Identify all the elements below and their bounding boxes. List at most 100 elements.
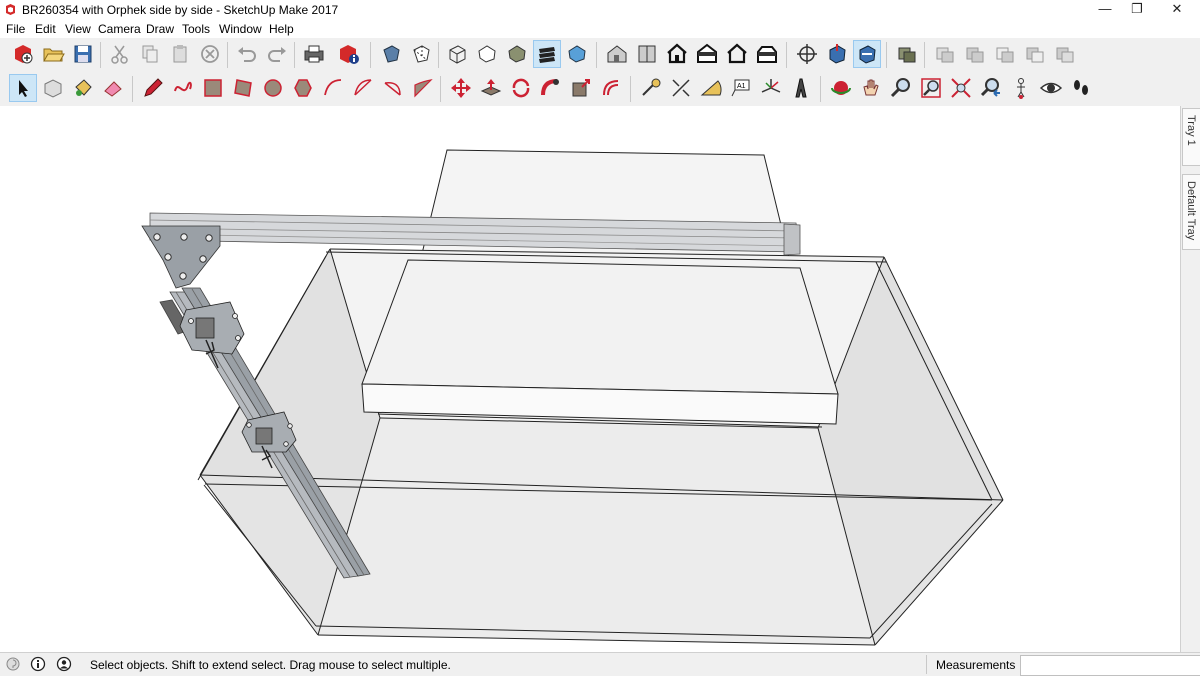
geo-location-icon[interactable] xyxy=(5,656,21,672)
make-component-button[interactable] xyxy=(40,75,66,101)
scale-button[interactable] xyxy=(568,75,594,101)
xray-button[interactable] xyxy=(378,41,404,67)
print-button[interactable] xyxy=(301,41,327,67)
dimension-icon xyxy=(672,79,690,97)
credits-icon[interactable] xyxy=(30,656,46,672)
move-button[interactable] xyxy=(448,75,474,101)
light-fixture[interactable] xyxy=(361,259,839,428)
cut-button[interactable] xyxy=(107,41,133,67)
menu-file[interactable]: File xyxy=(6,22,25,36)
protractor-button[interactable] xyxy=(698,75,724,101)
paste-button[interactable] xyxy=(167,41,193,67)
wireframe-icon xyxy=(449,45,466,64)
erase-button[interactable] xyxy=(197,41,223,67)
text-icon: A1 xyxy=(731,79,750,97)
zoom-extents-icon xyxy=(951,78,971,98)
rotated-rectangle-button[interactable] xyxy=(230,75,256,101)
push-pull-button[interactable] xyxy=(478,75,504,101)
section-plane-button[interactable] xyxy=(794,41,820,67)
select-button[interactable] xyxy=(9,74,37,102)
orbit-icon xyxy=(831,81,851,95)
zoom-window-button[interactable] xyxy=(918,75,944,101)
save-button[interactable] xyxy=(70,41,96,67)
split-button[interactable] xyxy=(1052,41,1078,67)
redo-button[interactable] xyxy=(264,41,290,67)
axes-button[interactable] xyxy=(758,75,784,101)
orbit-button[interactable] xyxy=(828,75,854,101)
two-point-arc-button[interactable] xyxy=(350,75,376,101)
previous-view-button[interactable] xyxy=(978,75,1004,101)
union-button[interactable] xyxy=(962,41,988,67)
open-icon xyxy=(43,48,65,62)
copy-button[interactable] xyxy=(137,41,163,67)
zoom-extents-button[interactable] xyxy=(948,75,974,101)
undo-button[interactable] xyxy=(234,41,260,67)
subtract-button[interactable] xyxy=(992,41,1018,67)
display-section-planes-button[interactable] xyxy=(824,41,850,67)
tray-tab-default-tray[interactable]: Default Tray xyxy=(1182,174,1200,250)
pie-button[interactable] xyxy=(410,75,436,101)
pie-icon xyxy=(414,79,433,98)
follow-me-icon xyxy=(541,79,559,96)
iso-view-button[interactable] xyxy=(604,41,630,67)
top-view-button[interactable] xyxy=(634,41,660,67)
back-edges-button[interactable] xyxy=(408,41,434,67)
rectangle-button[interactable] xyxy=(200,75,226,101)
right-view-button[interactable] xyxy=(694,41,720,67)
position-camera-button[interactable] xyxy=(1008,75,1034,101)
outer-shell-button[interactable] xyxy=(894,41,920,67)
tape-measure-button[interactable] xyxy=(638,75,664,101)
arc-button[interactable] xyxy=(320,75,346,101)
menu-window[interactable]: Window xyxy=(219,22,262,36)
new-model-button[interactable] xyxy=(10,41,36,67)
menu-edit[interactable]: Edit xyxy=(35,22,56,36)
menu-tools[interactable]: Tools xyxy=(182,22,210,36)
standard-toolbar xyxy=(0,38,1200,72)
three-point-arc-button[interactable] xyxy=(380,75,406,101)
freehand-button[interactable] xyxy=(170,75,196,101)
back-view-button[interactable] xyxy=(724,41,750,67)
front-view-button[interactable] xyxy=(664,41,690,67)
pencil-button[interactable] xyxy=(140,75,166,101)
drawing-viewport[interactable] xyxy=(0,106,1180,652)
rotate-button[interactable] xyxy=(508,75,534,101)
text-button[interactable]: A1 xyxy=(728,75,754,101)
circle-button[interactable] xyxy=(260,75,286,101)
wireframe-button[interactable] xyxy=(444,41,470,67)
paint-bucket-button[interactable] xyxy=(70,75,96,101)
3d-text-button[interactable] xyxy=(788,75,814,101)
follow-me-button[interactable] xyxy=(538,75,564,101)
menu-help[interactable]: Help xyxy=(269,22,294,36)
tray-tab-tray-1[interactable]: Tray 1 xyxy=(1182,108,1200,166)
walk-button[interactable] xyxy=(1068,75,1094,101)
left-view-button[interactable] xyxy=(754,41,780,67)
shaded-textures-button[interactable] xyxy=(533,40,561,68)
menu-camera[interactable]: Camera xyxy=(98,22,141,36)
model-canvas[interactable] xyxy=(0,106,1180,652)
dimension-button[interactable] xyxy=(668,75,694,101)
monochrome-button[interactable] xyxy=(564,41,590,67)
shaded-button[interactable] xyxy=(504,41,530,67)
eraser-button[interactable] xyxy=(100,75,126,101)
look-around-button[interactable] xyxy=(1038,75,1064,101)
display-section-cuts-button[interactable] xyxy=(853,40,881,68)
hidden-line-button[interactable] xyxy=(474,41,500,67)
intersect-button[interactable] xyxy=(932,41,958,67)
corner-bracket[interactable] xyxy=(141,225,221,289)
user-account-icon[interactable] xyxy=(56,656,72,672)
close-button[interactable]: ✕ xyxy=(1154,0,1200,20)
pencil-icon xyxy=(144,78,163,97)
zoom-button[interactable] xyxy=(888,75,914,101)
position-camera-icon xyxy=(1017,78,1025,99)
open-button[interactable] xyxy=(40,41,66,67)
model-info-button[interactable] xyxy=(336,41,362,67)
measurements-input[interactable] xyxy=(1020,655,1200,676)
menu-view[interactable]: View xyxy=(65,22,91,36)
3d-text-icon xyxy=(795,78,807,98)
shaded-textures-icon xyxy=(539,47,555,63)
trim-button[interactable] xyxy=(1022,41,1048,67)
polygon-button[interactable] xyxy=(290,75,316,101)
menu-draw[interactable]: Draw xyxy=(146,22,174,36)
pan-button[interactable] xyxy=(858,75,884,101)
offset-button[interactable] xyxy=(598,75,624,101)
